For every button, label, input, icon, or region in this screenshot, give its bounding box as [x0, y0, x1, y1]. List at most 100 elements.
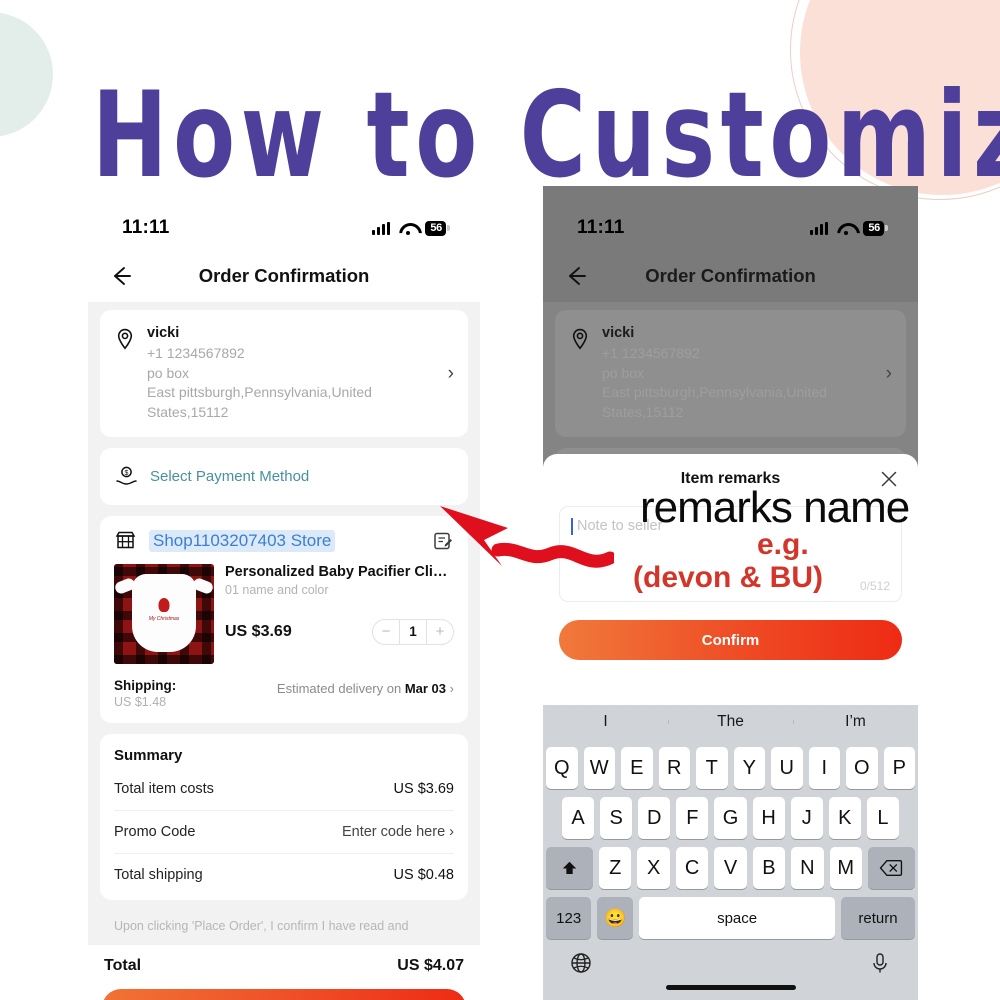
- battery-level: 56: [868, 222, 880, 234]
- nav-bar: Order Confirmation: [543, 250, 918, 302]
- total-label: Total: [104, 957, 142, 974]
- key-r[interactable]: R: [658, 747, 690, 789]
- keyboard-row-1: Q W E R T Y U I O P: [543, 747, 918, 789]
- address-name: vicki: [602, 325, 635, 341]
- microphone-icon[interactable]: [868, 951, 892, 975]
- payment-method-card[interactable]: $ Select Payment Method: [100, 448, 468, 505]
- total-value: US $4.07: [397, 957, 464, 974]
- key-a[interactable]: A: [562, 797, 595, 839]
- battery-icon: 56: [863, 220, 888, 236]
- quantity-value: 1: [399, 620, 427, 644]
- address-line3: States,15112: [147, 403, 229, 420]
- address-phone: +1 1234567892: [147, 345, 245, 361]
- place-order-button[interactable]: Place order: [102, 989, 466, 1000]
- key-e[interactable]: E: [621, 747, 653, 789]
- quantity-decrement-button[interactable]: −: [373, 620, 399, 644]
- product-price: US $3.69: [225, 623, 292, 640]
- product-image[interactable]: My Christmas: [114, 564, 214, 664]
- backspace-icon[interactable]: [867, 847, 915, 889]
- suggestion-chip[interactable]: I: [543, 713, 668, 731]
- product-title: Personalized Baby Pacifier Clip Custo…: [225, 564, 454, 580]
- summary-label: Total shipping: [114, 867, 203, 883]
- key-b[interactable]: B: [752, 847, 786, 889]
- suggestion-chip[interactable]: I’m: [793, 713, 918, 731]
- confirm-button[interactable]: Confirm: [559, 620, 902, 660]
- address-line1: po box: [602, 364, 645, 381]
- status-bar: 11:11 56: [88, 186, 480, 250]
- key-t[interactable]: T: [696, 747, 728, 789]
- address-line1: po box: [147, 364, 190, 381]
- nav-title: Order Confirmation: [198, 265, 370, 286]
- key-o[interactable]: O: [846, 747, 878, 789]
- key-w[interactable]: W: [583, 747, 615, 789]
- summary-value: US $0.48: [393, 867, 454, 883]
- status-bar: 11:11 56: [543, 186, 918, 250]
- address-line3: States,15112: [602, 403, 684, 420]
- key-j[interactable]: J: [790, 797, 823, 839]
- key-g[interactable]: G: [714, 797, 747, 839]
- svg-text:$: $: [125, 470, 129, 477]
- address-card[interactable]: vicki +1 1234567892 po box East pittsbur…: [555, 310, 906, 437]
- quantity-increment-button[interactable]: +: [427, 620, 453, 644]
- address-line2: East pittsburgh,Pennsylvania,United: [147, 384, 372, 400]
- key-p[interactable]: P: [883, 747, 915, 789]
- home-indicator: [665, 985, 796, 990]
- back-arrow-icon[interactable]: [108, 262, 136, 290]
- shift-arrow-icon[interactable]: [546, 847, 594, 889]
- key-h[interactable]: H: [752, 797, 785, 839]
- address-line2: East pittsburgh,Pennsylvania,United: [602, 384, 827, 400]
- store-icon: [114, 529, 137, 552]
- key-v[interactable]: V: [714, 847, 747, 889]
- key-k[interactable]: K: [828, 797, 861, 839]
- key-z[interactable]: Z: [599, 847, 632, 889]
- key-n[interactable]: N: [791, 847, 824, 889]
- summary-row[interactable]: Promo Code Enter code here ›: [114, 811, 454, 854]
- key-l[interactable]: L: [866, 797, 899, 839]
- summary-card: Summary Total item costs US $3.69 Promo …: [100, 734, 468, 900]
- suggestion-chip[interactable]: The: [668, 713, 793, 731]
- shop-name-link[interactable]: Shop1103207403 Store: [149, 529, 336, 552]
- shipping-eta-prefix: Estimated delivery on: [276, 681, 405, 696]
- key-y[interactable]: Y: [733, 747, 765, 789]
- keyboard-row-4: 123 😀 space return: [543, 897, 918, 939]
- shipping-value: US $1.48: [114, 695, 167, 709]
- key-s[interactable]: S: [600, 797, 633, 839]
- order-scroll-area: vicki +1 1234567892 po box East pittsbur…: [88, 302, 480, 945]
- payment-hand-icon: $: [114, 464, 139, 489]
- key-i[interactable]: I: [808, 747, 840, 789]
- wifi-icon: [399, 222, 416, 236]
- battery-level: 56: [430, 222, 442, 234]
- key-u[interactable]: U: [771, 747, 803, 789]
- shipping-label: Shipping:: [114, 678, 177, 693]
- globe-icon[interactable]: [569, 951, 593, 975]
- address-card[interactable]: vicki +1 1234567892 po box East pittsbur…: [100, 310, 468, 437]
- keyboard-suggestion-bar: I The I’m: [543, 705, 918, 739]
- back-arrow-icon[interactable]: [563, 262, 591, 290]
- summary-label: Promo Code: [114, 824, 196, 840]
- chevron-right-icon[interactable]: ›: [448, 363, 454, 385]
- key-f[interactable]: F: [676, 797, 709, 839]
- space-key[interactable]: space: [639, 897, 835, 939]
- key-d[interactable]: D: [638, 797, 671, 839]
- shipping-row[interactable]: Shipping: US $1.48 Estimated delivery on…: [100, 670, 468, 723]
- numbers-key[interactable]: 123: [546, 897, 592, 939]
- promo-code-entry[interactable]: Enter code here ›: [342, 824, 454, 840]
- character-counter: 0/512: [859, 579, 890, 593]
- keyboard-bottom-bar: [543, 939, 918, 979]
- summary-label: Total item costs: [114, 781, 214, 797]
- nav-title: Order Confirmation: [645, 265, 816, 286]
- shipping-eta[interactable]: Estimated delivery on Mar 03 ›: [277, 678, 454, 696]
- quantity-stepper[interactable]: − 1 +: [372, 619, 454, 645]
- emoji-icon[interactable]: 😀: [597, 897, 634, 939]
- summary-row: Total item costs US $3.69: [114, 768, 454, 811]
- nav-bar: Order Confirmation: [88, 250, 480, 302]
- annotation-remarks-name: remarks name: [640, 483, 910, 532]
- keyboard-row-3: Z X C V B N M: [543, 847, 918, 889]
- return-key[interactable]: return: [840, 897, 915, 939]
- key-x[interactable]: X: [637, 847, 670, 889]
- status-indicators: 56: [810, 220, 888, 236]
- chevron-right-icon[interactable]: ›: [886, 363, 892, 385]
- key-c[interactable]: C: [675, 847, 709, 889]
- key-q[interactable]: Q: [546, 747, 578, 789]
- key-m[interactable]: M: [829, 847, 862, 889]
